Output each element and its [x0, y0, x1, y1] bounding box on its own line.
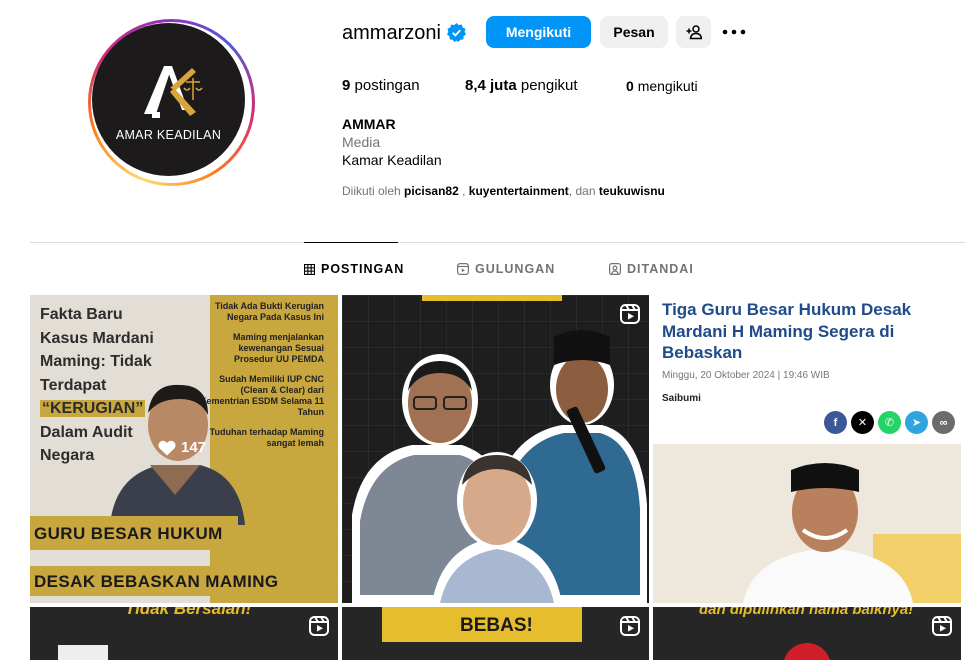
followed-by-user[interactable]: picisan82 — [404, 184, 459, 198]
likes-count: 147 — [181, 439, 207, 456]
post-title-line: Kasus Mardani — [40, 329, 154, 347]
post-tile[interactable]: Tidak Bersalah! — [30, 607, 338, 660]
reel-indicator-icon — [309, 616, 329, 636]
avatar[interactable]: AMAR KEADILAN — [92, 23, 245, 176]
telegram-icon: ➤ — [905, 411, 928, 434]
profile-category: Media — [342, 134, 381, 150]
post-background — [58, 645, 108, 660]
grid-icon — [304, 263, 315, 275]
followed-by-user[interactable]: teukuwisnu — [599, 184, 665, 198]
post-tile[interactable]: Fakta Baru Kasus Mardani Maming: Tidak T… — [30, 295, 338, 603]
post-tile[interactable]: dan dipulihkan nama baiknya! — [653, 607, 961, 660]
post-banner-text: BEBAS! — [460, 615, 533, 636]
following-count-value: 0 — [626, 78, 634, 94]
followed-by-prefix: Diikuti oleh — [342, 184, 401, 198]
heart-icon — [158, 440, 176, 455]
reel-indicator-icon — [620, 304, 640, 324]
add-person-icon — [686, 25, 702, 40]
news-date: Minggu, 20 Oktober 2024 | 19:46 WIB — [662, 370, 830, 381]
post-background — [783, 643, 831, 660]
display-name: AMMAR — [342, 116, 396, 132]
post-banner: Tidak Bersalah! — [125, 607, 252, 618]
followers-count[interactable]: 8,4 juta pengikut — [465, 77, 578, 94]
news-photo — [653, 444, 961, 603]
post-tile[interactable]: BEBAS! — [342, 607, 649, 660]
tab-posts-label: POSTINGAN — [321, 262, 405, 276]
following-count-label: mengikuti — [637, 78, 698, 94]
tab-tagged[interactable]: DITANDAI — [609, 262, 694, 276]
tab-reels[interactable]: GULUNGAN — [457, 262, 555, 276]
followed-by-and: , dan — [568, 184, 596, 198]
person-photo — [653, 444, 961, 603]
followers-count-label: pengikut — [520, 77, 578, 94]
tabs-divider — [30, 242, 965, 243]
reel-indicator-icon — [932, 616, 952, 636]
post-bullet: Tidak Ada Bukti Kerugian Negara Pada Kas… — [214, 301, 324, 322]
tab-posts[interactable]: POSTINGAN — [304, 262, 404, 276]
more-options-icon[interactable] — [722, 24, 746, 40]
bio-text: Kamar Keadilan — [342, 152, 442, 168]
tagged-icon — [609, 263, 621, 275]
followed-by[interactable]: Diikuti oleh picisan82 , kuyentertainmen… — [342, 184, 665, 198]
post-title-line: Fakta Baru — [40, 306, 123, 323]
post-banner: GURU BESAR HUKUM — [30, 516, 238, 550]
tab-tagged-label: DITANDAI — [627, 262, 694, 276]
news-title: Tiga Guru Besar Hukum Desak Mardani H Ma… — [662, 300, 912, 362]
followed-by-user[interactable]: kuyentertainment — [469, 184, 569, 198]
news-source: Saibumi — [662, 393, 701, 404]
following-count[interactable]: 0 mengikuti — [626, 78, 698, 94]
whatsapp-icon: ✆ — [878, 411, 901, 434]
post-banner: DESAK BEBASKAN MAMING — [30, 566, 300, 596]
post-tile[interactable] — [342, 295, 649, 603]
verified-badge-icon — [447, 23, 466, 42]
followers-count-value: 8,4 juta — [465, 77, 517, 94]
x-icon: ✕ — [851, 411, 874, 434]
reel-indicator-icon — [620, 616, 640, 636]
people-photo — [352, 330, 647, 603]
message-button[interactable]: Pesan — [600, 16, 668, 48]
reels-icon — [457, 263, 469, 275]
profile-avatar-ring[interactable]: AMAR KEADILAN — [88, 19, 255, 186]
link-icon: ∞ — [932, 411, 955, 434]
post-bullet: Maming menjalankan kewenangan Sesuai Pro… — [232, 332, 324, 364]
post-likes: 147 — [158, 439, 206, 456]
following-button[interactable]: Mengikuti — [486, 16, 591, 48]
share-buttons: f ✕ ✆ ➤ ∞ — [824, 411, 955, 434]
followed-by-separator: , — [462, 184, 466, 198]
post-banner: dan dipulihkan nama baiknya! — [699, 607, 914, 618]
posts-count: 9 postingan — [342, 77, 420, 94]
username: ammarzoni — [342, 22, 441, 44]
facebook-icon: f — [824, 411, 847, 434]
active-tab-indicator — [304, 242, 398, 243]
suggested-users-button[interactable] — [676, 16, 711, 48]
post-tile[interactable]: Tiga Guru Besar Hukum Desak Mardani H Ma… — [653, 295, 961, 603]
posts-count-label: postingan — [354, 77, 420, 94]
avatar-text: AMAR KEADILAN — [115, 127, 222, 142]
amar-keadilan-logo-icon — [143, 65, 203, 118]
posts-count-value: 9 — [342, 77, 351, 94]
tab-reels-label: GULUNGAN — [475, 262, 556, 276]
